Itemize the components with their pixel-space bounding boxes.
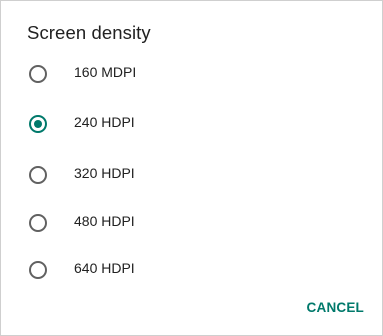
option-label: 240 HDPI xyxy=(74,114,135,130)
option-480-hdpi[interactable]: 480 HDPI xyxy=(1,202,382,246)
screen-density-dialog: Screen density 160 MDPI 240 HDPI 320 HDP… xyxy=(0,0,383,336)
cancel-button[interactable]: CANCEL xyxy=(301,296,370,319)
radio-button-checked[interactable] xyxy=(29,115,47,133)
radio-dot-icon xyxy=(34,120,42,128)
option-640-hdpi[interactable]: 640 HDPI xyxy=(1,249,382,293)
dialog-title: Screen density xyxy=(27,22,151,43)
option-label: 640 HDPI xyxy=(74,260,135,276)
option-160-mdpi[interactable]: 160 MDPI xyxy=(1,53,382,97)
radio-button-unchecked[interactable] xyxy=(29,214,47,232)
radio-button-unchecked[interactable] xyxy=(29,261,47,279)
option-240-hdpi[interactable]: 240 HDPI xyxy=(1,103,382,147)
radio-button-unchecked[interactable] xyxy=(29,166,47,184)
option-label: 160 MDPI xyxy=(74,64,137,80)
radio-button-unchecked[interactable] xyxy=(29,65,47,83)
option-label: 480 HDPI xyxy=(74,213,135,229)
option-label: 320 HDPI xyxy=(74,165,135,181)
option-320-hdpi[interactable]: 320 HDPI xyxy=(1,154,382,198)
